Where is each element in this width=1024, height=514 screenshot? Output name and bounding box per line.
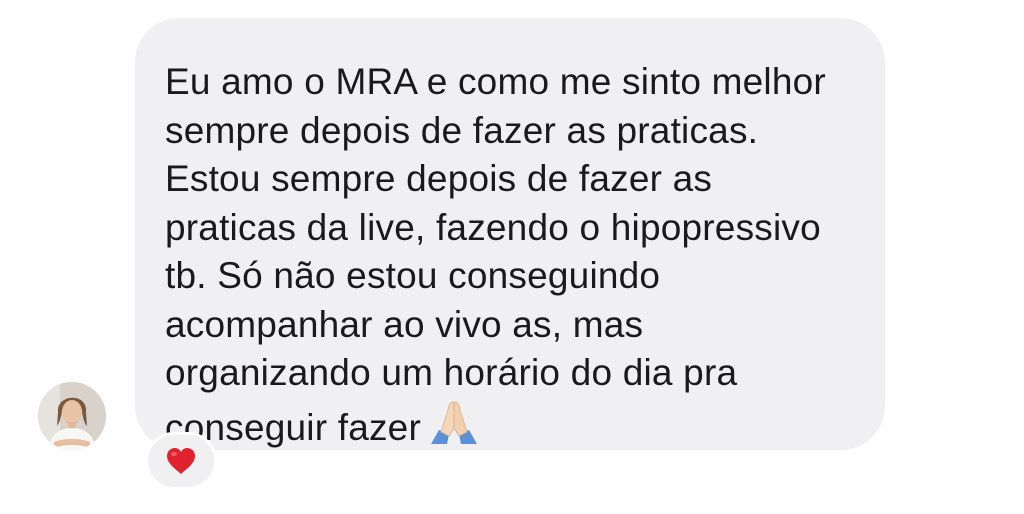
message-line: Eu amo o MRA e como me sinto melhor <box>165 61 826 102</box>
message-line: acompanhar ao vivo as, mas <box>165 303 644 345</box>
red-heart-icon <box>167 448 195 474</box>
sender-avatar[interactable] <box>38 382 106 450</box>
folded-hands-icon <box>429 398 479 457</box>
message-line: sempre depois de fazer as praticas. <box>165 109 759 151</box>
message-line-last: conseguir fazer <box>165 398 855 457</box>
message-line: tb. Só não estou conseguindo <box>165 255 661 296</box>
message-text: Eu amo o MRA e como me sinto melhor semp… <box>165 58 855 456</box>
message-line: Estou sempre depois de fazer as <box>165 158 713 199</box>
reaction-badge[interactable] <box>145 432 217 490</box>
message-line: organizando um horário do dia pra <box>165 352 738 393</box>
message-bubble[interactable]: Eu amo o MRA e como me sinto melhor semp… <box>135 18 885 450</box>
message-line: praticas da live, fazendo o hipopressivo <box>165 206 821 248</box>
avatar-photo <box>38 382 106 450</box>
